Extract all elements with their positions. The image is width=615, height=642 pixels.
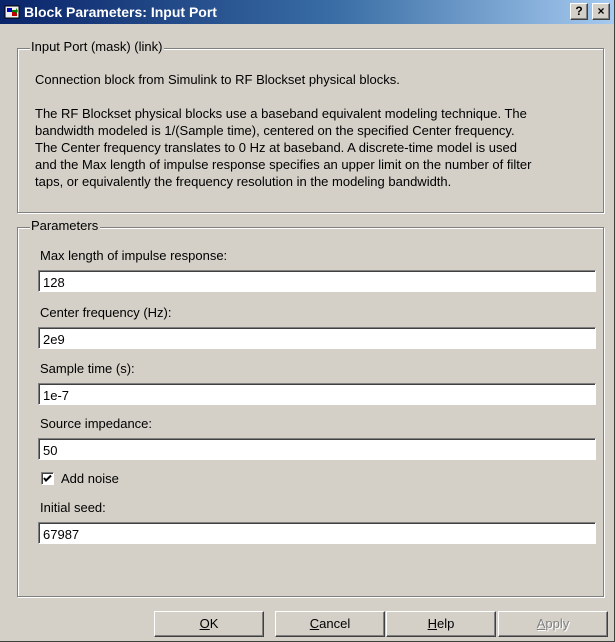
help-button[interactable]: Help <box>386 611 496 637</box>
initial-seed-label: Initial seed: <box>40 500 106 515</box>
block-parameters-dialog: Block Parameters: Input Port ? × Input P… <box>0 0 615 642</box>
cancel-button-label: ancel <box>319 616 351 631</box>
add-noise-checkbox[interactable] <box>41 472 54 485</box>
source-impedance-label: Source impedance: <box>40 416 153 431</box>
cancel-button-mnemonic: C <box>309 616 320 631</box>
apply-button[interactable]: Apply <box>498 611 608 637</box>
parameters-group: Parameters Max length of impulse respons… <box>0 0 615 600</box>
max-length-label: Max length of impulse response: <box>40 248 228 263</box>
parameters-group-legend: Parameters <box>30 218 101 234</box>
ok-button-label: K <box>209 616 219 631</box>
checkmark-icon <box>43 474 52 482</box>
center-frequency-label: Center frequency (Hz): <box>40 305 172 320</box>
ok-button-mnemonic: O <box>199 616 210 631</box>
sample-time-label: Sample time (s): <box>40 361 135 376</box>
cancel-button[interactable]: Cancel <box>275 611 385 637</box>
add-noise-label[interactable]: Add noise <box>61 471 119 487</box>
source-impedance-input[interactable] <box>38 438 596 460</box>
initial-seed-input[interactable] <box>38 522 596 544</box>
help-button-label: elp <box>437 616 455 631</box>
sample-time-input[interactable] <box>38 383 596 405</box>
apply-button-label: pply <box>545 616 570 631</box>
ok-button[interactable]: OK <box>154 611 264 637</box>
center-frequency-input[interactable] <box>38 327 596 349</box>
max-length-input[interactable] <box>38 270 596 292</box>
help-button-mnemonic: H <box>427 616 438 631</box>
